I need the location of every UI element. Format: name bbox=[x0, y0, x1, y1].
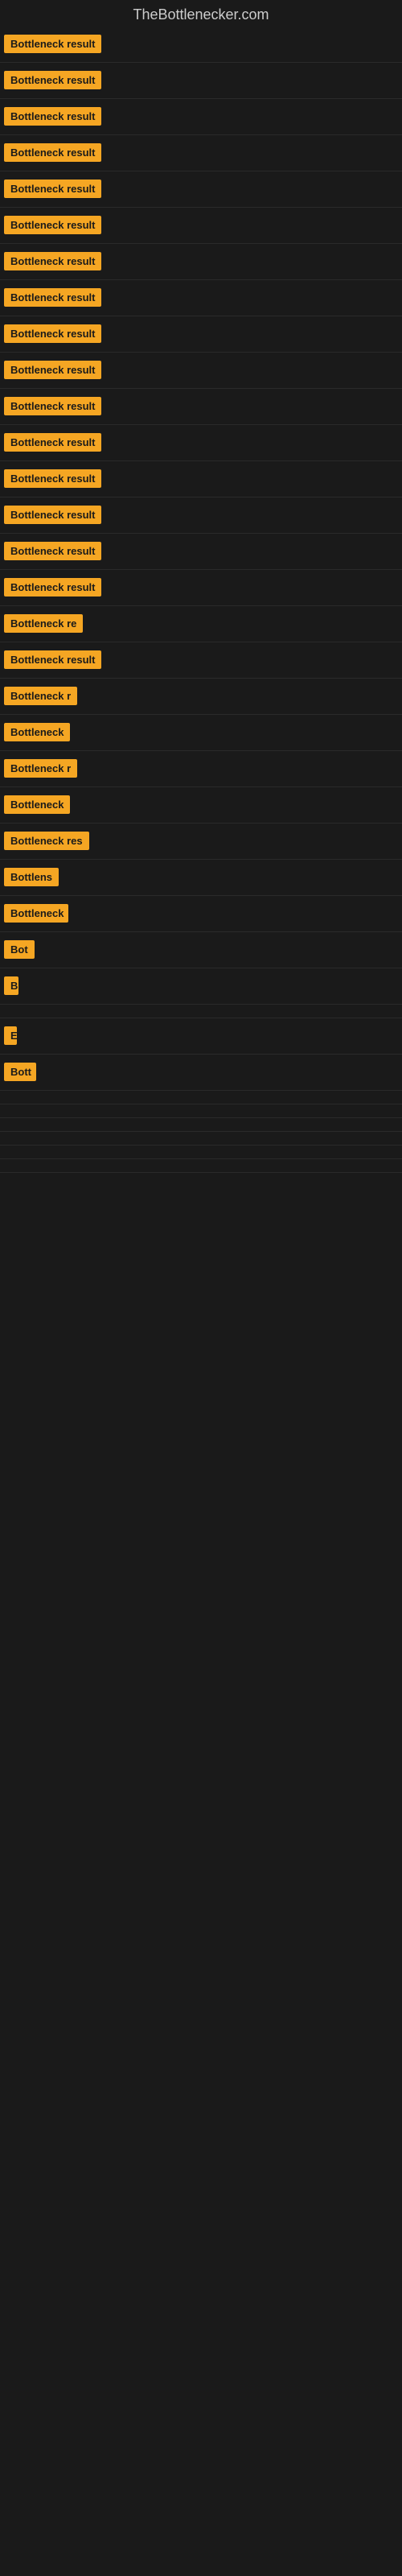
bottleneck-badge[interactable]: Bottleneck result bbox=[4, 252, 101, 270]
bottleneck-badge[interactable]: Bottleneck bbox=[4, 723, 70, 741]
bottleneck-badge[interactable]: Bottleneck result bbox=[4, 216, 101, 234]
result-row: Bottleneck result bbox=[0, 280, 402, 316]
result-row: Bottleneck result bbox=[0, 244, 402, 280]
bottleneck-badge[interactable]: Bottleneck result bbox=[4, 433, 101, 452]
bottleneck-badge[interactable]: E bbox=[4, 1026, 17, 1045]
bottleneck-badge[interactable]: Bottleneck result bbox=[4, 107, 101, 126]
result-row: Bott bbox=[0, 1055, 402, 1091]
result-row: E bbox=[0, 1018, 402, 1055]
result-row: Bottleneck result bbox=[0, 425, 402, 461]
bottleneck-badge[interactable]: Bottleneck bbox=[4, 904, 68, 923]
result-row: Bottleneck bbox=[0, 715, 402, 751]
result-row: Bottleneck result bbox=[0, 497, 402, 534]
bottleneck-badge[interactable]: Bottleneck result bbox=[4, 578, 101, 597]
result-row: Bottleneck result bbox=[0, 99, 402, 135]
result-row: B bbox=[0, 968, 402, 1005]
result-row: Bottleneck result bbox=[0, 208, 402, 244]
bottleneck-badge[interactable]: Bottlens bbox=[4, 868, 59, 886]
result-row: Bot bbox=[0, 932, 402, 968]
bottleneck-badge[interactable]: Bottleneck r bbox=[4, 759, 77, 778]
result-row bbox=[0, 1159, 402, 1173]
result-row: Bottleneck r bbox=[0, 679, 402, 715]
bottleneck-badge[interactable]: Bottleneck result bbox=[4, 180, 101, 198]
result-row bbox=[0, 1146, 402, 1159]
result-row: Bottleneck res bbox=[0, 824, 402, 860]
result-row: Bottleneck bbox=[0, 787, 402, 824]
bottleneck-badge[interactable]: Bottleneck result bbox=[4, 506, 101, 524]
bottleneck-badge[interactable]: Bottleneck res bbox=[4, 832, 89, 850]
result-row: Bottleneck result bbox=[0, 534, 402, 570]
bottleneck-badge[interactable]: B bbox=[4, 976, 18, 995]
site-title: TheBottlenecker.com bbox=[0, 0, 402, 27]
bottleneck-badge[interactable]: Bottleneck result bbox=[4, 35, 101, 53]
result-row bbox=[0, 1091, 402, 1104]
result-row: Bottleneck result bbox=[0, 27, 402, 63]
bottleneck-badge[interactable]: Bottleneck result bbox=[4, 288, 101, 307]
result-row: Bottleneck result bbox=[0, 171, 402, 208]
result-row: Bottleneck result bbox=[0, 316, 402, 353]
bottleneck-badge[interactable]: Bott bbox=[4, 1063, 36, 1081]
result-row: Bottleneck result bbox=[0, 570, 402, 606]
result-row: Bottleneck result bbox=[0, 353, 402, 389]
bottleneck-badge[interactable]: Bot bbox=[4, 940, 35, 959]
result-row: Bottleneck result bbox=[0, 389, 402, 425]
bottleneck-badge[interactable]: Bottleneck result bbox=[4, 542, 101, 560]
result-row: Bottleneck result bbox=[0, 461, 402, 497]
bottleneck-badge[interactable]: Bottleneck re bbox=[4, 614, 83, 633]
bottleneck-badge[interactable]: Bottleneck bbox=[4, 795, 70, 814]
result-row bbox=[0, 1005, 402, 1018]
result-row: Bottleneck result bbox=[0, 642, 402, 679]
result-row bbox=[0, 1132, 402, 1146]
bottleneck-badge[interactable]: Bottleneck result bbox=[4, 361, 101, 379]
bottleneck-badge[interactable]: Bottleneck result bbox=[4, 71, 101, 89]
bottleneck-badge[interactable]: Bottleneck result bbox=[4, 469, 101, 488]
bottleneck-badge[interactable]: Bottleneck result bbox=[4, 650, 101, 669]
result-row: Bottleneck re bbox=[0, 606, 402, 642]
bottleneck-badge[interactable]: Bottleneck result bbox=[4, 324, 101, 343]
result-row: Bottleneck r bbox=[0, 751, 402, 787]
result-row: Bottleneck result bbox=[0, 63, 402, 99]
result-row bbox=[0, 1104, 402, 1118]
result-row bbox=[0, 1118, 402, 1132]
bottleneck-badge[interactable]: Bottleneck r bbox=[4, 687, 77, 705]
bottleneck-badge[interactable]: Bottleneck result bbox=[4, 397, 101, 415]
result-row: Bottleneck bbox=[0, 896, 402, 932]
result-row: Bottlens bbox=[0, 860, 402, 896]
bottleneck-badge[interactable]: Bottleneck result bbox=[4, 143, 101, 162]
result-row: Bottleneck result bbox=[0, 135, 402, 171]
